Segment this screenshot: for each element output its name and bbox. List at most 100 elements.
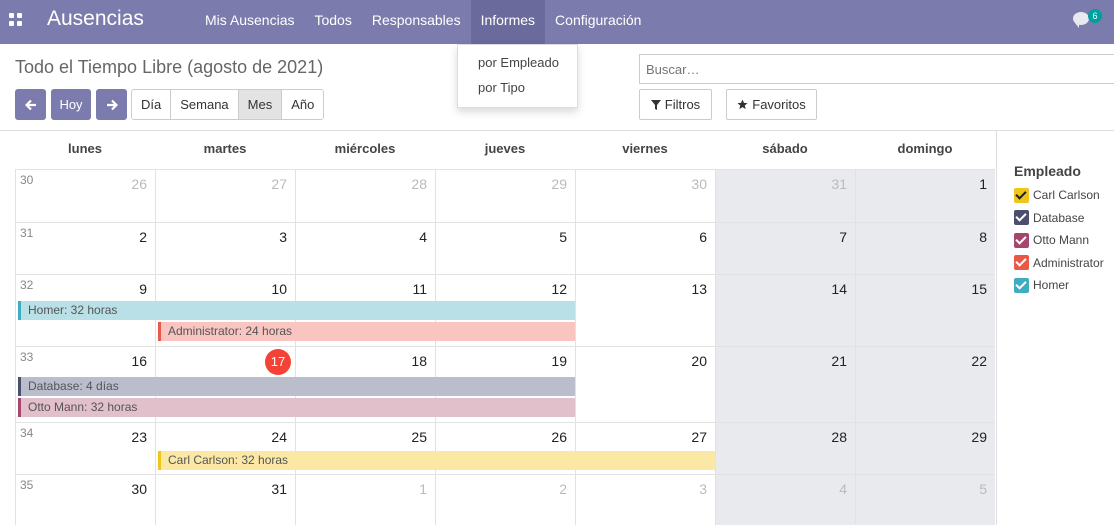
day-cell[interactable]: 5 (435, 222, 575, 274)
day-cell[interactable]: 28 (715, 422, 855, 474)
day-number: 27 (691, 429, 707, 445)
day-cell[interactable]: 26 (15, 169, 155, 222)
app-title[interactable]: Ausencias (47, 7, 144, 31)
page-title: Todo el Tiempo Libre (agosto de 2021) (15, 57, 324, 77)
day-cell[interactable]: 29 (435, 169, 575, 222)
checkbox-icon[interactable] (1014, 277, 1029, 293)
day-cell[interactable]: 22 (855, 346, 995, 422)
day-number: 12 (551, 281, 567, 297)
day-cell[interactable]: 23 (15, 422, 155, 474)
day-number: 22 (971, 353, 987, 369)
event-bar[interactable]: Administrator: 24 horas (158, 322, 575, 341)
day-number: 24 (271, 429, 287, 445)
favorites-button[interactable]: Favoritos (726, 89, 817, 120)
week-number: 33 (20, 350, 34, 364)
star-icon (737, 99, 748, 110)
day-cell[interactable]: 14 (715, 274, 855, 346)
previous-button[interactable] (15, 89, 46, 120)
next-button[interactable] (96, 89, 127, 120)
day-number: 5 (979, 481, 987, 497)
menu-informes[interactable]: Informes (470, 0, 546, 44)
day-cell[interactable]: 4 (295, 222, 435, 274)
day-cell[interactable]: 20 (575, 346, 715, 422)
view-week-button[interactable]: Semana (171, 90, 239, 119)
filters-label: Filtros (664, 97, 701, 112)
arrow-left-icon (24, 99, 36, 110)
filter-icon (650, 99, 661, 110)
reports-dropdown: por Empleado por Tipo (457, 44, 578, 108)
menu-configuracion[interactable]: Configuración (545, 0, 651, 44)
week-number: 35 (20, 478, 34, 492)
day-cell[interactable]: 7 (715, 222, 855, 274)
day-cell[interactable]: 27 (155, 169, 295, 222)
day-number: 13 (691, 281, 707, 297)
filters-button[interactable]: Filtros (639, 89, 712, 120)
week-number: 31 (20, 226, 34, 240)
today-button[interactable]: Hoy (51, 89, 91, 120)
view-year-button[interactable]: Año (282, 90, 324, 119)
day-cell[interactable]: 6 (575, 222, 715, 274)
event-bar[interactable]: Database: 4 días (18, 377, 575, 396)
day-cell[interactable]: 8 (855, 222, 995, 274)
day-cell[interactable]: 1 (855, 169, 995, 222)
chat-icon[interactable] (1073, 12, 1089, 28)
checkbox-icon[interactable] (1014, 232, 1029, 248)
day-number: 26 (131, 176, 147, 192)
event-bar[interactable]: Homer: 32 horas (18, 301, 575, 320)
day-number: 1 (979, 176, 987, 192)
day-cell[interactable]: 2 (15, 222, 155, 274)
day-cell[interactable]: 31 (155, 474, 295, 525)
day-cell[interactable]: 30 (15, 474, 155, 525)
search-input[interactable] (640, 55, 1114, 83)
day-cell[interactable]: 3 (575, 474, 715, 525)
dropdown-item-por-empleado[interactable]: por Empleado (478, 55, 559, 70)
view-switcher: Día Semana Mes Año (131, 89, 325, 120)
event-bar[interactable]: Carl Carlson: 32 horas (158, 451, 715, 470)
filter-sidebar: Empleado Carl Carlson Database Otto Mann Ad… (996, 131, 1114, 525)
legend-label: Administrator (1033, 255, 1104, 270)
checkbox-icon[interactable] (1014, 210, 1029, 225)
day-cell[interactable]: 15 (855, 274, 995, 346)
day-number: 28 (831, 429, 847, 445)
month-calendar: lunes martes miércoles jueves viernes sábado d… (15, 131, 996, 525)
day-cell[interactable]: 3 (155, 222, 295, 274)
dropdown-item-por-tipo[interactable]: por Tipo (478, 80, 525, 95)
day-number: 27 (271, 176, 287, 192)
view-month-button[interactable]: Mes (238, 90, 283, 119)
day-cell[interactable]: 29 (855, 422, 995, 474)
view-day-button[interactable]: Día (132, 90, 172, 119)
day-number: 16 (131, 353, 147, 369)
day-number: 1 (419, 481, 427, 497)
legend-item[interactable]: Carl Carlson (1014, 187, 1100, 203)
menu-todos[interactable]: Todos (304, 0, 361, 44)
day-cell[interactable]: 5 (855, 474, 995, 525)
day-number: 25 (411, 429, 427, 445)
menu-mis-ausencias[interactable]: Mis Ausencias (195, 0, 304, 44)
checkbox-icon[interactable] (1014, 187, 1029, 203)
legend-label: Database (1033, 210, 1085, 225)
day-cell[interactable]: 4 (715, 474, 855, 525)
day-number: 8 (979, 229, 987, 245)
week-number: 32 (20, 278, 34, 292)
day-cell[interactable]: 30 (575, 169, 715, 222)
legend-item[interactable]: Administrator (1014, 255, 1104, 271)
legend-item[interactable]: Homer (1014, 277, 1069, 293)
day-cell[interactable]: 13 (575, 274, 715, 346)
day-number: 26 (551, 429, 567, 445)
apps-menu-icon[interactable] (9, 13, 22, 26)
main-menu: Mis Ausencias Todos Responsables Informe… (195, 0, 651, 44)
legend-heading: Empleado (1014, 163, 1081, 179)
weekday-header: sábado (762, 141, 808, 156)
day-number: 9 (139, 281, 147, 297)
day-cell[interactable]: 31 (715, 169, 855, 222)
menu-responsables[interactable]: Responsables (362, 0, 471, 44)
day-cell[interactable]: 1 (295, 474, 435, 525)
day-cell[interactable]: 21 (715, 346, 855, 422)
legend-item[interactable]: Database (1014, 210, 1084, 226)
legend-item[interactable]: Otto Mann (1014, 232, 1089, 248)
day-cell[interactable]: 28 (295, 169, 435, 222)
event-bar[interactable]: Otto Mann: 32 horas (18, 398, 575, 417)
checkbox-icon[interactable] (1014, 255, 1029, 270)
day-cell[interactable]: 2 (435, 474, 575, 525)
weekday-header: jueves (484, 141, 526, 156)
